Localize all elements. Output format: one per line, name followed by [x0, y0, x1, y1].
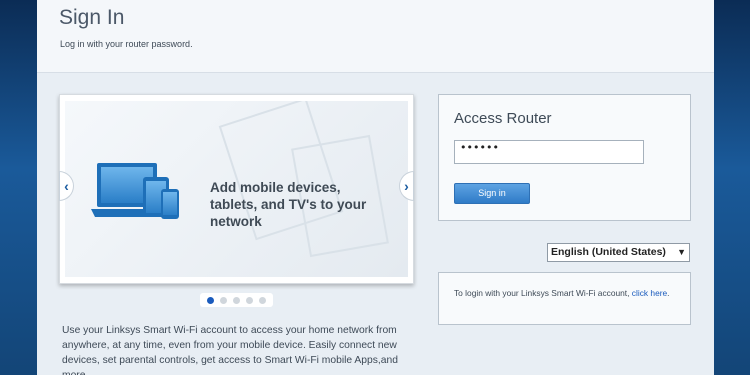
carousel-dot-4[interactable]: [246, 297, 253, 304]
access-router-title: Access Router: [454, 110, 552, 127]
password-value: ••••••: [460, 141, 499, 154]
language-selected: English (United States): [551, 246, 666, 258]
access-router-panel: Access Router •••••• Sign in: [438, 94, 691, 221]
carousel-slide: Add mobile devices, tablets, and TV's to…: [65, 101, 408, 277]
carousel-dot-5[interactable]: [259, 297, 266, 304]
click-here-link[interactable]: click here: [632, 288, 667, 298]
info-message: To login with your Linksys Smart Wi-Fi a…: [454, 288, 632, 298]
main-panel: Sign In Log in with your router password…: [37, 0, 714, 375]
language-select[interactable]: English (United States) ▼: [547, 243, 690, 262]
feature-carousel: Add mobile devices, tablets, and TV's to…: [59, 94, 414, 284]
slide-caption: Add mobile devices, tablets, and TV's to…: [210, 180, 367, 229]
page-header: Sign In Log in with your router password…: [37, 0, 714, 73]
page-subtitle: Log in with your router password.: [60, 39, 193, 49]
chevron-down-icon: ▼: [677, 247, 686, 257]
chevron-left-icon: ‹: [64, 178, 69, 194]
password-input[interactable]: ••••••: [454, 140, 644, 164]
carousel-dot-1[interactable]: [207, 297, 214, 304]
smart-wifi-login-info: To login with your Linksys Smart Wi-Fi a…: [438, 272, 691, 325]
devices-icon: [91, 163, 179, 219]
carousel-pagination: [200, 293, 273, 307]
chevron-right-icon: ›: [404, 178, 409, 194]
page-title: Sign In: [59, 6, 125, 29]
background-left: [0, 0, 37, 375]
carousel-dot-3[interactable]: [233, 297, 240, 304]
smart-wifi-login-text: To login with your Linksys Smart Wi-Fi a…: [454, 288, 679, 299]
info-suffix: .: [667, 288, 670, 298]
carousel-dot-2[interactable]: [220, 297, 227, 304]
sign-in-button[interactable]: Sign in: [454, 183, 530, 204]
background-right: [714, 0, 750, 375]
smart-wifi-description: Use your Linksys Smart Wi-Fi account to …: [62, 325, 398, 375]
